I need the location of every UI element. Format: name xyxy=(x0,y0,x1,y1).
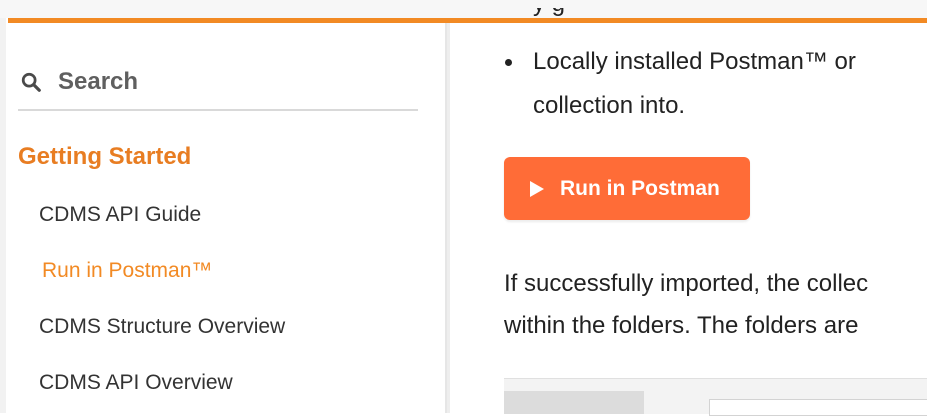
content-divider xyxy=(447,23,450,413)
section-title-getting-started[interactable]: Getting Started xyxy=(18,143,191,171)
preview-field xyxy=(709,399,927,416)
preview-panel xyxy=(504,391,644,414)
run-in-postman-label: Run in Postman xyxy=(560,176,720,200)
clipped-text-line: y g xyxy=(533,8,923,18)
screenshot-preview xyxy=(504,378,927,416)
bullet-text: Locally installed Postman™ or xyxy=(533,48,856,75)
sidebar-item-cdms-structure-overview[interactable]: CDMS Structure Overview xyxy=(39,315,285,339)
bullet-list: Locally installed Postman™ or collection… xyxy=(505,40,927,128)
sidebar: Search Getting Started CDMS API Guide Ru… xyxy=(6,23,447,413)
run-in-postman-button[interactable]: Run in Postman xyxy=(504,157,750,220)
bullet-text-continued: collection into. xyxy=(533,92,686,119)
paragraph-line: within the folders. The folders are xyxy=(504,312,859,339)
search-box[interactable]: Search xyxy=(18,55,418,111)
play-icon xyxy=(530,180,544,197)
content-paragraph: If successfully imported, the collec wit… xyxy=(504,263,927,347)
bullet-dot xyxy=(505,58,512,66)
sidebar-item-run-in-postman[interactable]: Run in Postman™ xyxy=(42,259,212,283)
paragraph-line: If successfully imported, the collec xyxy=(504,270,869,297)
sidebar-item-cdms-api-overview[interactable]: CDMS API Overview xyxy=(39,371,233,395)
search-placeholder[interactable]: Search xyxy=(58,68,138,96)
list-item: Locally installed Postman™ or xyxy=(505,40,927,84)
sidebar-item-cdms-api-guide[interactable]: CDMS API Guide xyxy=(39,203,201,227)
search-icon xyxy=(21,72,41,92)
